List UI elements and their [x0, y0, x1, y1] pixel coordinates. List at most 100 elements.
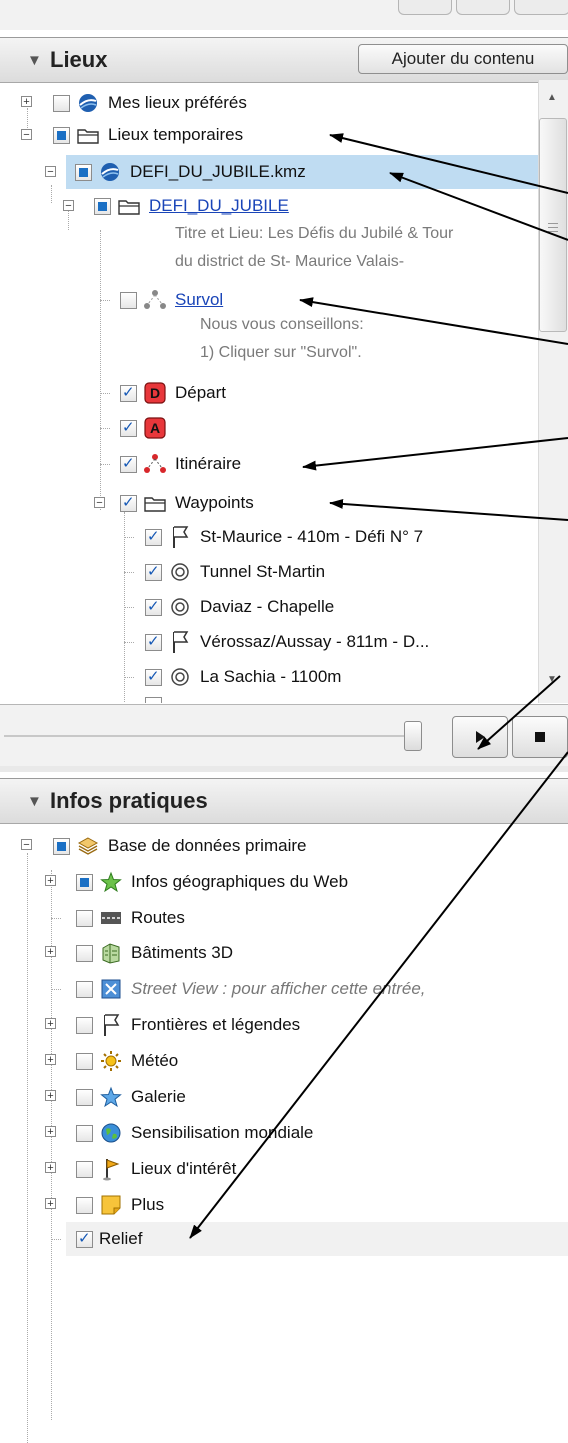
globe-icon [76, 92, 100, 114]
checkbox[interactable] [120, 493, 137, 512]
stop-tour-button[interactable] [512, 716, 568, 758]
checkbox[interactable] [76, 1088, 93, 1106]
checkbox[interactable] [76, 1124, 93, 1142]
checkbox[interactable] [76, 1016, 93, 1034]
toolbar-button[interactable] [514, 0, 568, 15]
item-description: Nous vous conseillons: [200, 316, 364, 333]
tree-item-survol[interactable]: Survol [120, 286, 223, 314]
checkbox[interactable] [76, 909, 93, 927]
checkbox[interactable] [145, 527, 162, 546]
layer-relief[interactable]: Relief [76, 1225, 142, 1253]
collapse-triangle-icon[interactable]: ▼ [27, 793, 42, 810]
layer-routes[interactable]: Routes [76, 904, 185, 932]
collapse-toggle[interactable]: − [21, 129, 32, 141]
sun-icon [99, 1050, 123, 1072]
checkbox[interactable] [76, 980, 93, 998]
checkbox[interactable] [76, 1229, 93, 1248]
collapse-toggle[interactable]: − [94, 497, 105, 509]
play-tour-button[interactable] [452, 716, 508, 758]
layer-sensibilisation[interactable]: Sensibilisation mondiale [76, 1119, 313, 1147]
tree-item-waypoint[interactable]: La Sachia - 1100m [145, 663, 341, 691]
flag-icon [99, 1158, 123, 1181]
flag-pin-icon [168, 631, 192, 653]
globe-icon [98, 161, 122, 183]
layer-base-donnees[interactable]: Base de données primaire [53, 832, 306, 860]
expand-toggle[interactable]: + [45, 1054, 56, 1066]
expand-toggle[interactable]: + [45, 1018, 56, 1030]
checkbox[interactable] [53, 94, 70, 112]
building-icon [99, 942, 123, 964]
scrollbar-thumb[interactable] [539, 118, 567, 332]
tree-item-waypoint[interactable]: Tunnel St-Martin [145, 558, 325, 586]
layer-frontieres[interactable]: Frontières et légendes [76, 1011, 300, 1039]
scroll-down-arrow-icon[interactable]: ▼ [547, 674, 557, 685]
tree-item-mes-lieux-preferes[interactable]: Mes lieux préférés [53, 89, 247, 117]
layers-panel-header[interactable]: ▼ Infos pratiques [0, 778, 568, 824]
layer-batiments-3d[interactable]: Bâtiments 3D [76, 939, 233, 967]
play-icon [476, 731, 485, 743]
toolbar-button[interactable] [456, 0, 510, 15]
earth-icon [99, 1122, 123, 1144]
checkbox[interactable] [76, 944, 93, 962]
expand-toggle[interactable]: + [45, 1126, 56, 1138]
expand-toggle[interactable]: + [45, 875, 56, 887]
checkbox[interactable] [145, 632, 162, 651]
places-panel-title: Lieux [50, 47, 108, 72]
item-description: Titre et Lieu: Les Défis du Jubilé & Tou… [175, 225, 454, 242]
tree-item-waypoint[interactable]: Vérossaz/Aussay - 811m - D... [145, 628, 429, 656]
checkbox[interactable] [145, 597, 162, 616]
layer-plus[interactable]: Plus [76, 1191, 164, 1219]
checkbox[interactable] [76, 1196, 93, 1214]
layer-lieux-interet[interactable]: Lieux d'intérêt [76, 1155, 236, 1183]
tree-item-lieux-temporaires[interactable]: Lieux temporaires [53, 121, 243, 149]
checkbox[interactable] [120, 383, 137, 402]
checkbox[interactable] [76, 873, 93, 891]
checkbox[interactable] [94, 197, 111, 215]
tree-item-itineraire[interactable]: Itinéraire [120, 450, 241, 478]
annotation-arrow [302, 437, 568, 471]
checkbox[interactable] [145, 562, 162, 581]
checkbox[interactable] [75, 163, 92, 181]
checkbox[interactable] [120, 454, 137, 473]
collapse-toggle[interactable]: − [63, 200, 74, 212]
expand-toggle[interactable]: + [45, 1198, 56, 1210]
layer-galerie[interactable]: Galerie [76, 1083, 186, 1111]
checkbox[interactable] [120, 291, 137, 309]
expand-toggle[interactable]: + [45, 1090, 56, 1102]
tree-item-defi-folder[interactable]: DEFI_DU_JUBILE [94, 192, 289, 220]
star-icon [99, 871, 123, 893]
checkbox[interactable] [76, 1160, 93, 1178]
expand-toggle[interactable]: + [21, 96, 32, 108]
tour-slider-thumb[interactable] [404, 721, 422, 751]
route-icon [143, 453, 167, 475]
tree-item-depart[interactable]: D Départ [120, 379, 226, 407]
places-panel-header[interactable]: ▼ Lieux Ajouter du contenu [0, 37, 568, 83]
toolbar-button[interactable] [398, 0, 452, 15]
checkbox[interactable] [145, 667, 162, 686]
checkbox[interactable] [53, 837, 70, 855]
layer-infos-geo-web[interactable]: Infos géographiques du Web [76, 868, 348, 896]
checkbox[interactable] [76, 1052, 93, 1070]
tour-slider-track[interactable] [4, 735, 404, 737]
circle-marker-icon [168, 596, 192, 618]
add-content-button[interactable]: Ajouter du contenu [358, 44, 568, 74]
collapse-toggle[interactable]: − [45, 166, 56, 178]
collapse-toggle[interactable]: − [21, 839, 32, 851]
tree-item-waypoints[interactable]: Waypoints [120, 489, 254, 517]
circle-marker-icon [168, 666, 192, 688]
tree-item-arrivee[interactable]: A [120, 414, 175, 442]
folder-icon [76, 124, 100, 146]
layer-street-view[interactable]: Street View : pour afficher cette entrée… [76, 975, 426, 1003]
checkbox-partial [145, 697, 162, 703]
tree-item-defi-kmz[interactable]: DEFI_DU_JUBILE.kmz [75, 158, 306, 186]
folder-icon [143, 492, 167, 514]
collapse-triangle-icon[interactable]: ▼ [27, 52, 42, 69]
tree-item-waypoint[interactable]: Daviaz - Chapelle [145, 593, 334, 621]
expand-toggle[interactable]: + [45, 946, 56, 958]
layer-meteo[interactable]: Météo [76, 1047, 178, 1075]
tree-item-waypoint[interactable]: St-Maurice - 410m - Défi N° 7 [145, 523, 423, 551]
expand-toggle[interactable]: + [45, 1162, 56, 1174]
checkbox[interactable] [53, 126, 70, 144]
scroll-up-arrow-icon[interactable]: ▲ [547, 92, 557, 103]
checkbox[interactable] [120, 418, 137, 437]
